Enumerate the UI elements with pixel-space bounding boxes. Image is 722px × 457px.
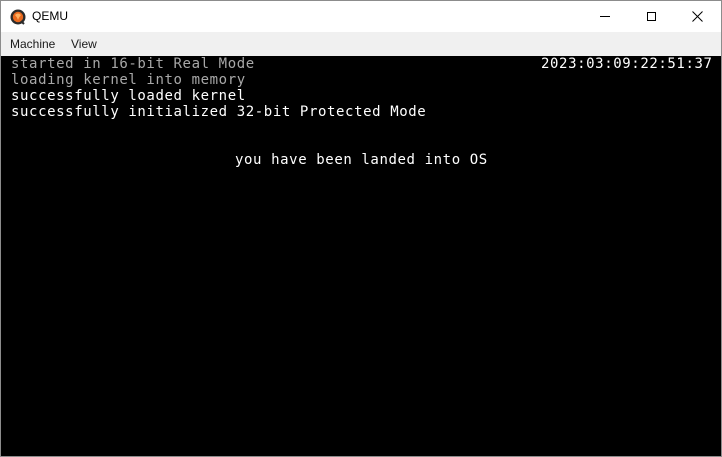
console-clock: 2023:03:09:22:51:37 bbox=[541, 56, 713, 72]
vm-display[interactable]: started in 16-bit Real Mode loading kern… bbox=[1, 56, 721, 456]
console-line: loading kernel into memory bbox=[11, 72, 246, 88]
window-title: QEMU bbox=[32, 9, 68, 23]
minimize-button[interactable] bbox=[582, 1, 628, 32]
console-line: started in 16-bit Real Mode bbox=[11, 56, 255, 72]
console-welcome-message: you have been landed into OS bbox=[235, 152, 488, 168]
close-icon bbox=[691, 11, 703, 22]
close-button[interactable] bbox=[674, 1, 720, 32]
menu-machine[interactable]: Machine bbox=[10, 37, 55, 51]
maximize-icon bbox=[646, 12, 656, 21]
menu-bar: Machine View bbox=[1, 32, 721, 56]
qemu-window: QEMU Machine View started in 16-bit Real… bbox=[0, 0, 722, 457]
console-line: successfully initialized 32-bit Protecte… bbox=[11, 104, 427, 120]
console-line: successfully loaded kernel bbox=[11, 88, 246, 104]
qemu-logo-icon bbox=[10, 9, 26, 25]
title-bar[interactable]: QEMU bbox=[1, 1, 721, 32]
minimize-icon bbox=[600, 16, 610, 17]
maximize-button[interactable] bbox=[628, 1, 674, 32]
menu-view[interactable]: View bbox=[71, 37, 97, 51]
